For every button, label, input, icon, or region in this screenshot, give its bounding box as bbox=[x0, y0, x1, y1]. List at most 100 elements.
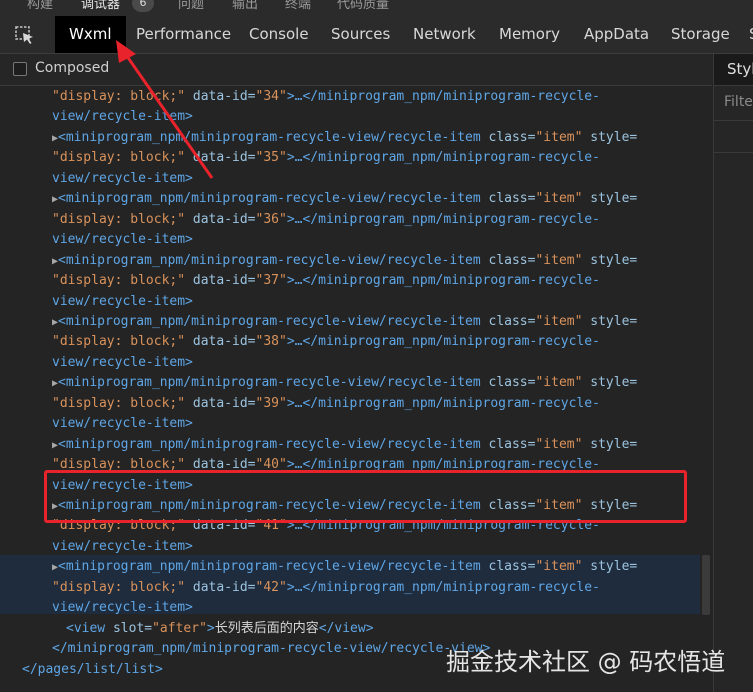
data-id-value: "39" bbox=[255, 395, 287, 411]
open-tag: <miniprogram_npm/miniprogram-recycle-vie… bbox=[58, 191, 481, 207]
attr-name: class= bbox=[480, 129, 536, 145]
close-tag: >…</miniprogram_npm/miniprogram-recycle- bbox=[286, 395, 600, 411]
attr-value: "display: block;" bbox=[52, 211, 186, 227]
node-tag-continuation: view/recycle-item> bbox=[52, 414, 193, 434]
scrollbar-thumb[interactable] bbox=[702, 555, 710, 615]
attr-name: style= bbox=[582, 252, 638, 268]
highlight-box bbox=[44, 470, 687, 523]
top-tab-build[interactable]: 构建 bbox=[27, 0, 53, 12]
open-tag: <view bbox=[66, 620, 106, 636]
tab-sources[interactable]: Sources bbox=[331, 16, 390, 53]
view-after-node[interactable]: <view slot="after">长列表后面的内容</view> bbox=[66, 619, 374, 639]
close-tag: view/recycle-item> bbox=[52, 293, 193, 309]
attr-name: class= bbox=[480, 436, 536, 452]
node-attr-line: "display: block;" data-id="36">…</minipr… bbox=[52, 210, 600, 230]
top-tab-terminal[interactable]: 终端 bbox=[285, 0, 311, 12]
open-tag: <miniprogram_npm/miniprogram-recycle-vie… bbox=[58, 436, 481, 452]
attr-value: "item" bbox=[535, 191, 583, 207]
attr-value: "display: block;" bbox=[52, 150, 186, 166]
tab-console[interactable]: Console bbox=[249, 16, 309, 53]
tab-network[interactable]: Network bbox=[413, 16, 476, 53]
recycle-item-node[interactable]: ▶<miniprogram_npm/miniprogram-recycle-vi… bbox=[52, 251, 637, 271]
attr-name: data-id= bbox=[185, 579, 256, 595]
attr-name: data-id= bbox=[185, 89, 256, 104]
close-tag: >…</miniprogram_npm/miniprogram-recycle- bbox=[286, 334, 600, 350]
attr-name: data-id= bbox=[185, 395, 256, 411]
recycle-item-node[interactable]: ▶<miniprogram_npm/miniprogram-recycle-vi… bbox=[52, 189, 637, 209]
attr-name: style= bbox=[582, 375, 638, 391]
close-tag: view/recycle-item> bbox=[52, 232, 193, 248]
attr-value: "display: block;" bbox=[52, 579, 186, 595]
attr-name: class= bbox=[480, 191, 536, 207]
top-tab-code-quality[interactable]: 代码质量 bbox=[337, 0, 389, 12]
tab-styles[interactable]: Styles bbox=[714, 54, 753, 86]
attr-name: class= bbox=[480, 375, 536, 391]
open-tag: <miniprogram_npm/miniprogram-recycle-vie… bbox=[58, 559, 481, 575]
close-tag: >…</miniprogram_npm/miniprogram-recycle- bbox=[286, 89, 600, 104]
attr-value: "display: block;" bbox=[52, 89, 186, 104]
recycle-item-node[interactable]: ▶<miniprogram_npm/miniprogram-recycle-vi… bbox=[52, 128, 637, 148]
node-attr-line: "display: block;" data-id="39">…</minipr… bbox=[52, 394, 600, 414]
top-tab-output[interactable]: 输出 bbox=[232, 0, 258, 12]
node-tag-continuation: view/recycle-item> bbox=[52, 537, 193, 557]
open-tag: <miniprogram_npm/miniprogram-recycle-vie… bbox=[58, 129, 481, 145]
node-attr-line: "display: block;" data-id="38">…</minipr… bbox=[52, 332, 600, 352]
wxml-toolbar: Composed bbox=[0, 54, 712, 86]
node-text: 长列表后面的内容 bbox=[214, 620, 319, 636]
top-tab-debugger[interactable]: 调试器 bbox=[81, 0, 120, 12]
data-id-value: "38" bbox=[255, 334, 287, 350]
data-id-value: "42" bbox=[255, 579, 287, 595]
attr-name: style= bbox=[582, 559, 638, 575]
close-tag: </pages/list/list> bbox=[22, 661, 163, 677]
attr-name: style= bbox=[582, 313, 638, 329]
close-tag: view/recycle-item> bbox=[52, 416, 193, 432]
composed-checkbox[interactable] bbox=[13, 62, 27, 76]
close-tag: </view> bbox=[318, 620, 374, 636]
filter-placeholder: Filter bbox=[724, 94, 753, 110]
inspect-element-icon[interactable] bbox=[14, 25, 36, 45]
close-tag: view/recycle-item> bbox=[52, 600, 193, 616]
tab-memory[interactable]: Memory bbox=[499, 16, 560, 53]
attr-value: "item" bbox=[535, 129, 583, 145]
attr-name: data-id= bbox=[185, 211, 256, 227]
tab-overflow[interactable]: S bbox=[749, 16, 753, 53]
tab-wxml[interactable]: Wxml bbox=[55, 16, 126, 53]
attr-value: "display: block;" bbox=[52, 273, 186, 289]
recycle-item-node[interactable]: ▶<miniprogram_npm/miniprogram-recycle-vi… bbox=[52, 312, 637, 332]
top-tab-problems[interactable]: 问题 bbox=[178, 0, 204, 12]
panel-divider bbox=[714, 152, 753, 153]
attr-name: data-id= bbox=[185, 273, 256, 289]
close-tag: view/recycle-item> bbox=[52, 170, 193, 186]
recycle-item-node[interactable]: ▶<miniprogram_npm/miniprogram-recycle-vi… bbox=[52, 373, 637, 393]
attr-name: data-id= bbox=[185, 334, 256, 350]
attr-value: "34" bbox=[255, 89, 287, 104]
attr-name: class= bbox=[480, 313, 536, 329]
attr-value: "item" bbox=[535, 436, 583, 452]
attr-value: "display: block;" bbox=[52, 395, 186, 411]
attr-name: style= bbox=[582, 129, 638, 145]
styles-filter-input[interactable]: Filter bbox=[714, 86, 753, 121]
close-tag: >…</miniprogram_npm/miniprogram-recycle- bbox=[286, 211, 600, 227]
wxml-tree: "display: block;" data-id="34">…</minipr… bbox=[0, 86, 712, 692]
tab-appdata[interactable]: AppData bbox=[584, 16, 649, 53]
attr-value: "item" bbox=[535, 375, 583, 391]
node-attr-line: "display: block;" data-id="35">…</minipr… bbox=[52, 148, 600, 168]
node-tag-continuation: view/recycle-item> bbox=[52, 107, 193, 127]
top-panel-tabs: 构建 调试器 6 问题 输出 终端 代码质量 bbox=[0, 0, 753, 16]
composed-label[interactable]: Composed bbox=[35, 60, 109, 76]
node-tag-continuation: view/recycle-item> bbox=[52, 230, 193, 250]
tab-storage[interactable]: Storage bbox=[671, 16, 730, 53]
close-tag: </miniprogram_npm/miniprogram-recycle-vi… bbox=[52, 641, 491, 657]
node-attr-line: "display: block;" data-id="42">…</minipr… bbox=[52, 578, 600, 598]
node-attr-line: "display: block;" data-id="34">…</minipr… bbox=[52, 87, 600, 107]
recycle-item-node[interactable]: ▶<miniprogram_npm/miniprogram-recycle-vi… bbox=[52, 557, 637, 577]
tab-performance[interactable]: Performance bbox=[136, 16, 231, 53]
node-tag-continuation: view/recycle-item> bbox=[52, 292, 193, 312]
attr-name: slot= bbox=[105, 620, 153, 636]
node-tag-continuation: view/recycle-item> bbox=[52, 169, 193, 189]
attr-value: "item" bbox=[535, 252, 583, 268]
data-id-value: "36" bbox=[255, 211, 287, 227]
close-tag: >…</miniprogram_npm/miniprogram-recycle- bbox=[286, 273, 600, 289]
recycle-view-close-node: </miniprogram_npm/miniprogram-recycle-vi… bbox=[52, 639, 490, 659]
recycle-item-node[interactable]: ▶<miniprogram_npm/miniprogram-recycle-vi… bbox=[52, 435, 637, 455]
